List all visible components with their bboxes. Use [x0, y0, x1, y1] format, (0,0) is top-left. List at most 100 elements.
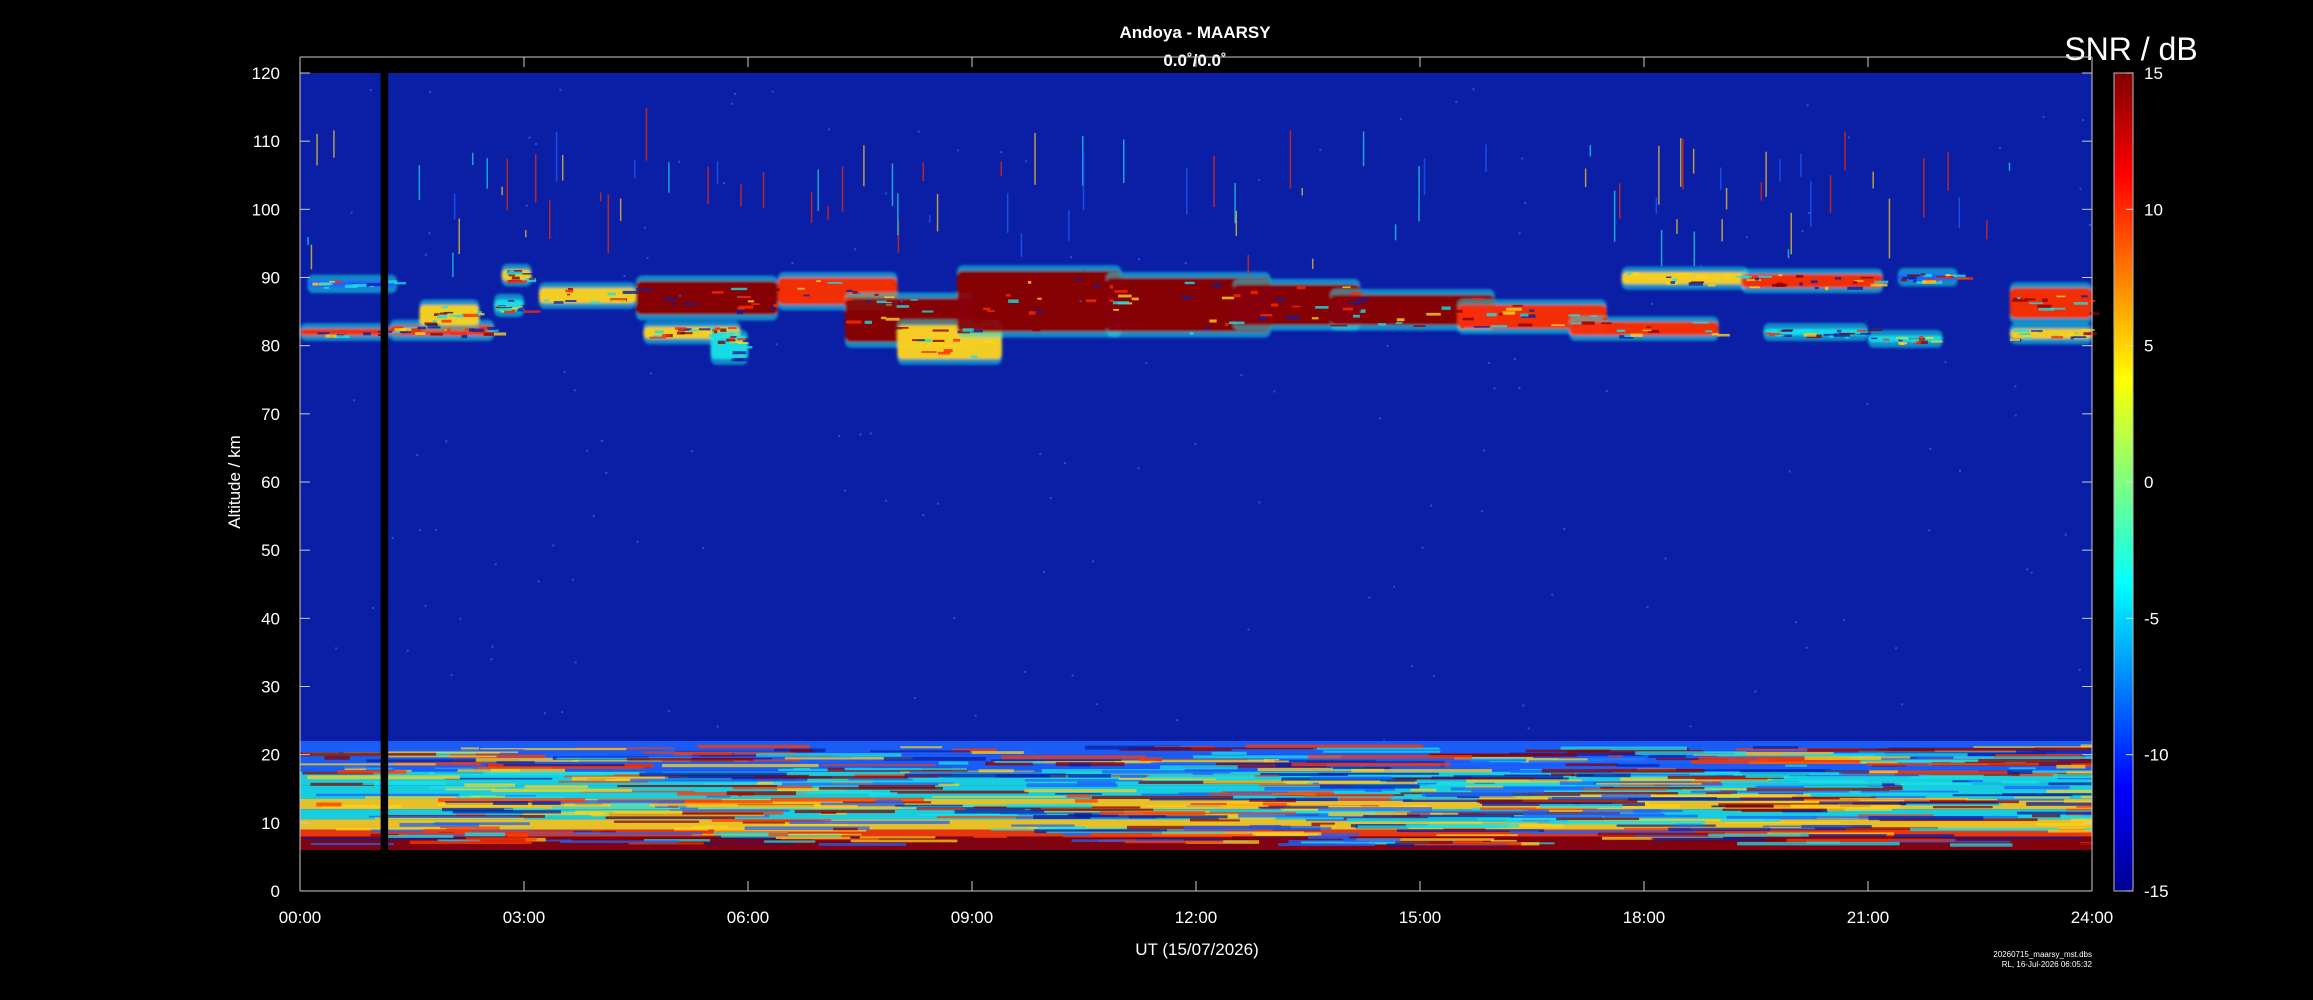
- meso-echo-speck: [1916, 280, 1923, 284]
- troposphere-streak: [850, 839, 958, 843]
- meso-echo-speck: [885, 317, 900, 321]
- y-tick-label: 90: [261, 269, 280, 288]
- meso-echo-speck: [1834, 277, 1842, 280]
- troposphere-streak: [2060, 815, 2092, 819]
- tropospheric-echo-layer: [300, 741, 2092, 851]
- meso-echo-speck: [441, 306, 448, 309]
- meteor-spike: [936, 193, 939, 232]
- meso-echo-speck: [1581, 321, 1595, 325]
- meso-echo-speck: [424, 322, 437, 326]
- meso-echo-speck: [985, 340, 995, 344]
- troposphere-streak: [900, 746, 943, 749]
- meso-echo-speck: [565, 300, 577, 302]
- snr-background-field: [300, 73, 2092, 851]
- meso-echo-speck: [1441, 306, 1451, 310]
- meso-echo-speck: [394, 282, 406, 285]
- meso-echo-speck: [2017, 297, 2021, 300]
- x-tick-label: 00:00: [279, 908, 322, 927]
- meso-echo-speck: [1109, 285, 1114, 289]
- troposphere-streak: [1527, 791, 1679, 795]
- chart-subtitle: 0.0˚/0.0˚: [1163, 51, 1226, 70]
- meso-echo-speck: [680, 332, 693, 335]
- troposphere-streak: [617, 784, 778, 788]
- meso-echo-speck: [1506, 307, 1522, 311]
- meso-echo-speck: [938, 332, 949, 335]
- meteor-spike: [1658, 145, 1660, 205]
- troposphere-streak: [1129, 833, 1256, 837]
- meteor-spike: [1676, 219, 1678, 235]
- troposphere-streak: [1357, 825, 1500, 829]
- meso-echo-speck: [925, 343, 932, 347]
- troposphere-streak: [2002, 780, 2040, 784]
- meso-echo-speck: [352, 283, 367, 287]
- meso-echo-speck: [472, 328, 484, 333]
- troposphere-streak: [1124, 840, 1224, 844]
- noise-speck: [1700, 265, 1703, 268]
- troposphere-streak: [473, 766, 643, 769]
- troposphere-streak: [382, 751, 519, 754]
- y-tick-label: 60: [261, 473, 280, 492]
- meteor-spike: [1947, 151, 1949, 191]
- noise-speck: [1138, 258, 1141, 261]
- troposphere-streak: [1319, 784, 1420, 789]
- meso-echo-speck: [1502, 311, 1516, 315]
- meso-echo-speck: [1033, 329, 1041, 331]
- meso-echo-speck: [543, 299, 549, 302]
- noise-speck: [623, 275, 626, 278]
- noise-speck: [1383, 739, 1386, 742]
- meso-echo-speck: [1814, 286, 1819, 290]
- noise-speck: [1488, 361, 1491, 364]
- meso-echo-speck: [2086, 300, 2096, 302]
- meso-echo-speck: [1465, 315, 1470, 318]
- meteor-spike: [310, 244, 313, 270]
- meso-echo-speck: [803, 294, 810, 297]
- meso-echo-speck: [1163, 302, 1180, 306]
- troposphere-streak: [1866, 762, 2040, 766]
- meso-echo-speck: [1908, 276, 1917, 280]
- meso-echo-speck: [1956, 277, 1974, 280]
- meso-echo-speck: [498, 305, 512, 308]
- y-tick-label: 70: [261, 405, 280, 424]
- y-tick-label: 20: [261, 746, 280, 765]
- meso-echo-speck: [781, 291, 793, 294]
- noise-speck: [1847, 136, 1850, 139]
- meso-echo-speck: [703, 331, 714, 334]
- noise-speck: [2030, 571, 2033, 574]
- meso-echo-speck: [1696, 274, 1710, 279]
- meteor-spike: [458, 218, 460, 255]
- troposphere-streak: [2035, 822, 2092, 826]
- noise-speck: [1805, 646, 1808, 649]
- noise-speck: [1482, 449, 1485, 452]
- meteor-spike: [1362, 131, 1365, 166]
- meso-echo-speck: [2069, 332, 2074, 336]
- noise-speck: [853, 248, 856, 251]
- noise-speck: [434, 528, 437, 531]
- noise-speck: [731, 102, 734, 105]
- noise-speck: [600, 440, 603, 443]
- noise-speck: [552, 544, 555, 547]
- meteor-spike: [1986, 220, 1988, 240]
- troposphere-streak: [1162, 759, 1269, 762]
- meso-echo-speck: [2024, 298, 2036, 301]
- meso-echo-speck: [921, 351, 937, 353]
- meteor-spike: [619, 198, 622, 222]
- y-tick-label: 10: [261, 814, 280, 833]
- meso-echo-speck: [770, 306, 775, 311]
- troposphere-streak: [870, 750, 970, 753]
- troposphere-streak: [2017, 811, 2092, 815]
- meso-echo-speck: [1799, 282, 1803, 286]
- meso-echo-speck: [845, 298, 854, 301]
- noise-speck: [1754, 690, 1757, 693]
- meso-echo-speck: [519, 305, 523, 308]
- noise-speck: [1247, 628, 1250, 631]
- troposphere-streak: [895, 804, 963, 807]
- meteor-spike: [1760, 182, 1763, 201]
- troposphere-streak: [1745, 775, 1790, 778]
- meteor-spike: [863, 145, 865, 187]
- troposphere-streak: [1436, 834, 1518, 837]
- noise-speck: [537, 580, 540, 583]
- troposphere-streak: [1716, 754, 1840, 757]
- meteor-spike: [1655, 197, 1658, 215]
- meso-echo-speck: [1920, 273, 1926, 276]
- meteor-spike: [1584, 168, 1587, 188]
